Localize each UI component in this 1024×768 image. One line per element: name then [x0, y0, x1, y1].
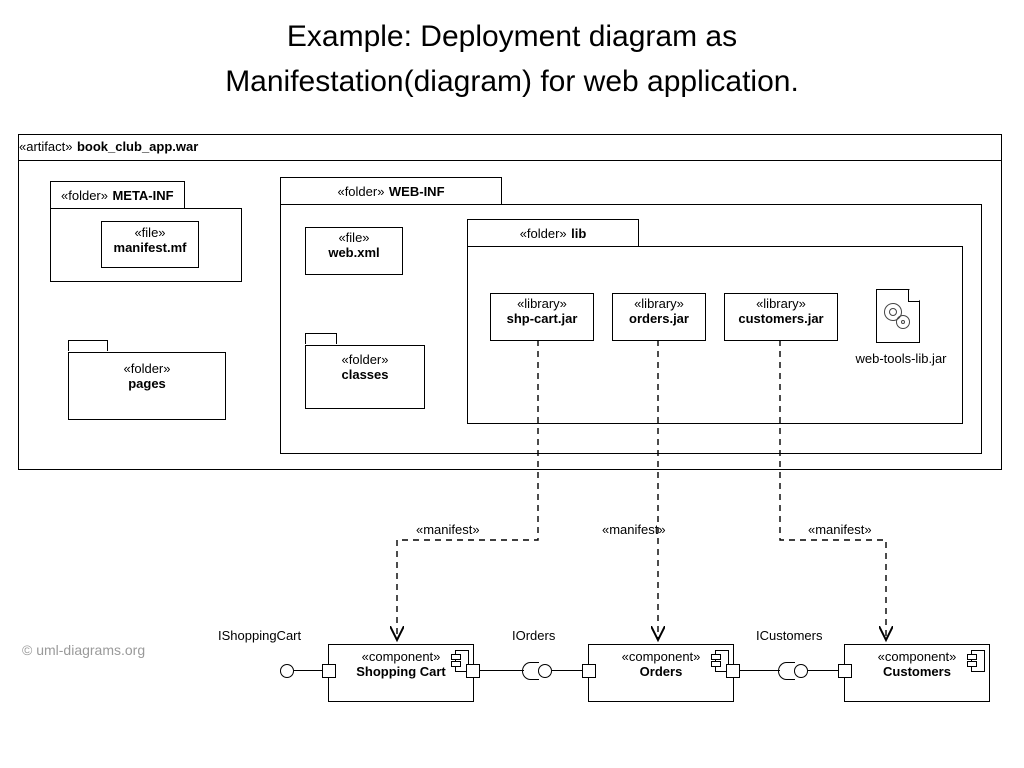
socket-orders	[522, 662, 539, 680]
iface-customers-label: ICustomers	[756, 628, 822, 643]
orders-jar-name: orders.jar	[613, 311, 705, 326]
meta-inf-name: META-INF	[112, 188, 173, 203]
manifest-file-box: «file» manifest.mf	[101, 221, 199, 268]
deployment-diagram: «artifact» book_club_app.war «folder» ME…	[18, 134, 1004, 744]
web-inf-stereotype: «folder»	[337, 184, 384, 199]
title-line-2: Manifestation(diagram) for web applicati…	[225, 65, 799, 98]
manifest-label-2: «manifest»	[602, 522, 666, 537]
webxml-box: «file» web.xml	[305, 227, 403, 275]
pages-tab	[68, 340, 108, 351]
iface-cart-label: IShoppingCart	[218, 628, 301, 643]
port-orders-left	[582, 664, 596, 678]
component-icon	[451, 650, 467, 670]
orders-jar-stereotype: «library»	[613, 296, 705, 311]
lib-body: «library» shp-cart.jar «library» orders.…	[467, 246, 963, 424]
port-cart-right	[466, 664, 480, 678]
port-orders-right	[726, 664, 740, 678]
meta-inf-stereotype: «folder»	[61, 188, 108, 203]
manifest-file-stereotype: «file»	[102, 225, 198, 240]
manifest-label-1: «manifest»	[416, 522, 480, 537]
manifest-label-3: «manifest»	[808, 522, 872, 537]
artifact-name: book_club_app.war	[77, 139, 198, 154]
classes-body: «folder» classes	[305, 345, 425, 409]
page-title: Example: Deployment diagram as Manifesta…	[0, 0, 1024, 104]
title-line-1: Example: Deployment diagram as	[287, 20, 737, 53]
web-inf-body: «file» web.xml «folder» classes «folder»…	[280, 204, 982, 454]
web-inf-name: WEB-INF	[389, 184, 445, 199]
artifact-header: «artifact» book_club_app.war	[19, 135, 1001, 161]
port-cart-left	[322, 664, 336, 678]
lib-name: lib	[571, 226, 586, 241]
classes-stereotype: «folder»	[306, 352, 424, 367]
orders-jar-box: «library» orders.jar	[612, 293, 706, 341]
iface-orders-label: IOrders	[512, 628, 555, 643]
meta-inf-tab: «folder» META-INF	[50, 181, 185, 208]
connector-cart-orders	[480, 670, 524, 671]
connector-orders-customers	[740, 670, 780, 671]
customers-jar-name: customers.jar	[725, 311, 837, 326]
webxml-name: web.xml	[306, 245, 402, 260]
web-inf-tab: «folder» WEB-INF	[280, 177, 502, 204]
pages-body: «folder» pages	[68, 352, 226, 420]
pages-stereotype: «folder»	[69, 361, 225, 376]
component-cart: «component» Shopping Cart	[328, 644, 474, 702]
socket-customers	[778, 662, 795, 680]
customers-jar-stereotype: «library»	[725, 296, 837, 311]
shp-cart-name: shp-cart.jar	[491, 311, 593, 326]
webtools-label: web-tools-lib.jar	[846, 351, 956, 366]
copyright: © uml-diagrams.org	[22, 642, 145, 658]
port-customers-left	[838, 664, 852, 678]
webtools-file-icon	[876, 289, 920, 343]
classes-tab	[305, 333, 337, 344]
component-icon	[967, 650, 983, 670]
shp-cart-box: «library» shp-cart.jar	[490, 293, 594, 341]
component-customers: «component» Customers	[844, 644, 990, 702]
component-icon	[711, 650, 727, 670]
webxml-stereotype: «file»	[306, 230, 402, 245]
customers-jar-box: «library» customers.jar	[724, 293, 838, 341]
shp-cart-stereotype: «library»	[491, 296, 593, 311]
manifest-file-name: manifest.mf	[102, 240, 198, 255]
lib-stereotype: «folder»	[520, 226, 567, 241]
meta-inf-body: «file» manifest.mf	[50, 208, 242, 282]
lib-tab: «folder» lib	[467, 219, 639, 246]
artifact-stereotype: «artifact»	[19, 139, 72, 154]
classes-name: classes	[306, 367, 424, 382]
component-orders: «component» Orders	[588, 644, 734, 702]
pages-name: pages	[69, 376, 225, 391]
